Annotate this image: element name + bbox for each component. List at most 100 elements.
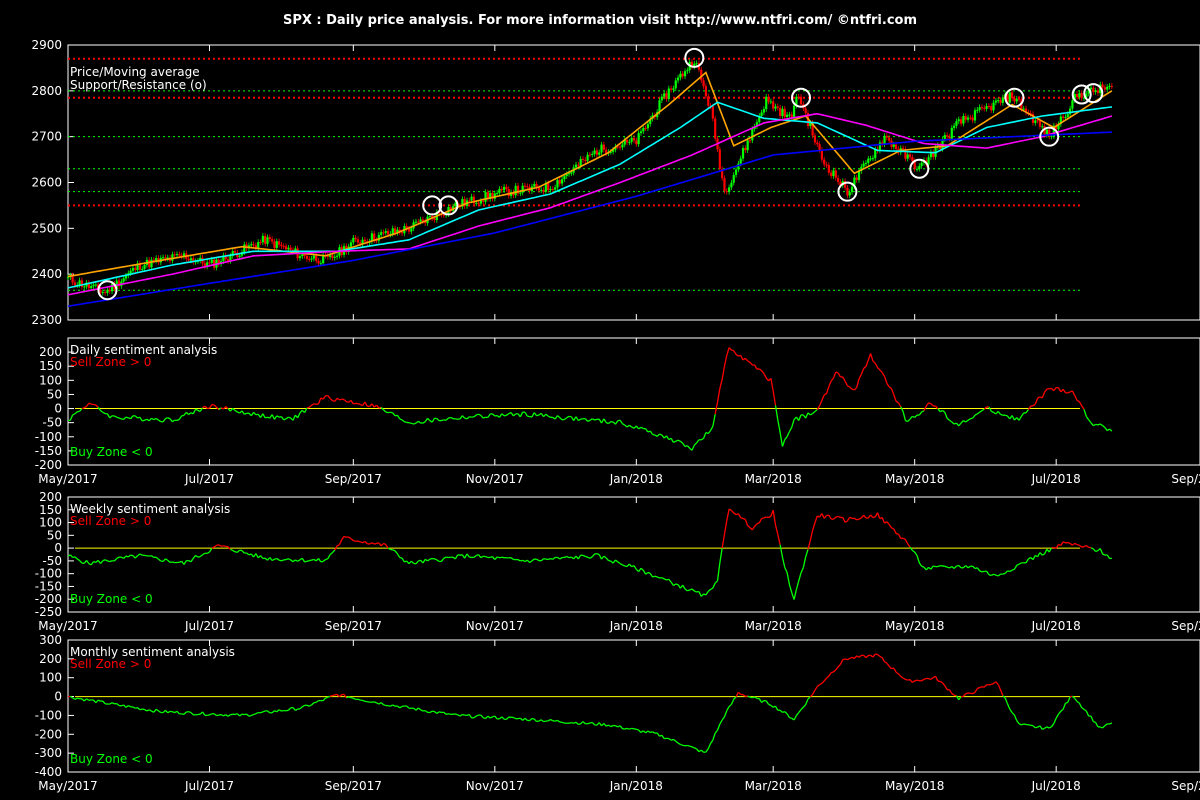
candle — [799, 96, 803, 105]
sentiment-line — [837, 663, 841, 668]
sentiment-line — [176, 418, 180, 421]
sentiment-line — [276, 557, 280, 561]
sentiment-line — [566, 555, 570, 559]
sentiment-line — [218, 713, 222, 716]
candle — [837, 177, 840, 182]
sentiment-line — [213, 544, 217, 548]
sentiment-line — [786, 572, 791, 585]
y-tick-label: 100 — [39, 373, 62, 387]
sentiment-line — [410, 560, 415, 564]
sentiment-line — [517, 559, 521, 562]
sentiment-line — [705, 748, 709, 753]
sentiment-line — [673, 583, 677, 587]
sentiment-line — [911, 549, 916, 553]
sentiment-line — [733, 350, 737, 355]
sentiment-line — [777, 419, 781, 433]
sentiment-line — [137, 553, 141, 557]
sentiment-line — [417, 420, 421, 424]
sentiment-line — [705, 591, 709, 596]
sentiment-line — [274, 557, 277, 560]
sentiment-line — [155, 556, 159, 560]
sentiment-line — [846, 516, 851, 522]
sentiment-line — [763, 516, 767, 519]
sentiment-line — [779, 432, 784, 447]
candle — [162, 257, 165, 259]
sentiment-line — [673, 440, 677, 443]
sentiment-line — [990, 682, 994, 686]
sentiment-line — [749, 361, 753, 366]
sentiment-line — [605, 724, 609, 727]
sentiment-line — [1021, 723, 1024, 726]
candle — [962, 116, 965, 124]
sentiment-line — [399, 705, 403, 709]
sentiment-line — [779, 709, 783, 713]
sentiment-line — [202, 405, 206, 409]
candle — [1106, 86, 1109, 90]
sentiment-line — [1053, 717, 1057, 724]
candle — [442, 214, 445, 216]
candle — [695, 63, 698, 65]
y-tick-label: -100 — [35, 567, 62, 581]
sentiment-line — [322, 395, 327, 400]
chart-panels: 2300 2400 2500 2600 2700 2800 2900 Price/Moving… — [31, 38, 1200, 793]
sentiment-line — [897, 402, 902, 408]
sentiment-line — [301, 557, 306, 563]
sentiment-line — [921, 410, 925, 413]
sentiment-line — [478, 413, 482, 417]
sentiment-line — [81, 407, 85, 410]
sentiment-line — [970, 417, 973, 420]
sentiment-line — [909, 546, 913, 551]
sentiment-line — [383, 542, 387, 546]
sentiment-line — [158, 710, 162, 714]
sentiment-line — [190, 712, 194, 716]
sentiment-line — [480, 555, 484, 559]
sentiment-line — [888, 524, 893, 529]
sentiment-line — [1053, 387, 1057, 392]
sentiment-line — [712, 414, 716, 427]
candle — [277, 241, 281, 245]
sentiment-line — [522, 559, 526, 563]
sentiment-line — [192, 408, 197, 415]
sentiment-line — [619, 419, 623, 425]
sentiment-line — [448, 713, 451, 716]
sentiment-line — [1011, 415, 1016, 421]
sentiment-line — [798, 572, 802, 582]
candle — [380, 232, 383, 235]
panel-frame — [67, 639, 1200, 773]
sentiment-line — [123, 704, 127, 708]
candle — [252, 244, 255, 246]
sentiment-line — [88, 402, 92, 405]
sentiment-line — [195, 554, 199, 558]
sentiment-line — [209, 713, 213, 716]
sentiment-line — [86, 402, 90, 407]
sentiment-line — [1000, 413, 1004, 416]
sentiment-line — [990, 410, 994, 413]
sentiment-line — [297, 412, 301, 419]
candle — [419, 219, 422, 222]
candle — [948, 136, 951, 139]
sentiment-line — [559, 417, 563, 421]
candle — [734, 169, 738, 175]
sentiment-line — [309, 559, 312, 562]
sentiment-line — [246, 713, 250, 717]
y-tick-label: 0 — [54, 402, 62, 416]
sentiment-line — [524, 559, 528, 563]
candle — [73, 282, 77, 286]
candle — [681, 73, 684, 77]
sentiment-line — [1011, 712, 1015, 716]
sentiment-line — [568, 721, 572, 724]
sentiment-line — [774, 405, 779, 420]
sentiment-line — [225, 714, 229, 717]
sentiment-line — [536, 558, 540, 562]
sentiment-line — [529, 560, 533, 564]
candle — [310, 258, 313, 260]
candle — [519, 192, 522, 194]
sentiment-line — [835, 371, 839, 374]
sentiment-line — [255, 711, 259, 715]
sentiment-line — [429, 710, 433, 714]
candle — [976, 109, 979, 111]
sentiment-line — [770, 378, 774, 392]
sentiment-line — [343, 399, 347, 403]
candle — [308, 258, 311, 260]
sentiment-line — [148, 709, 152, 712]
